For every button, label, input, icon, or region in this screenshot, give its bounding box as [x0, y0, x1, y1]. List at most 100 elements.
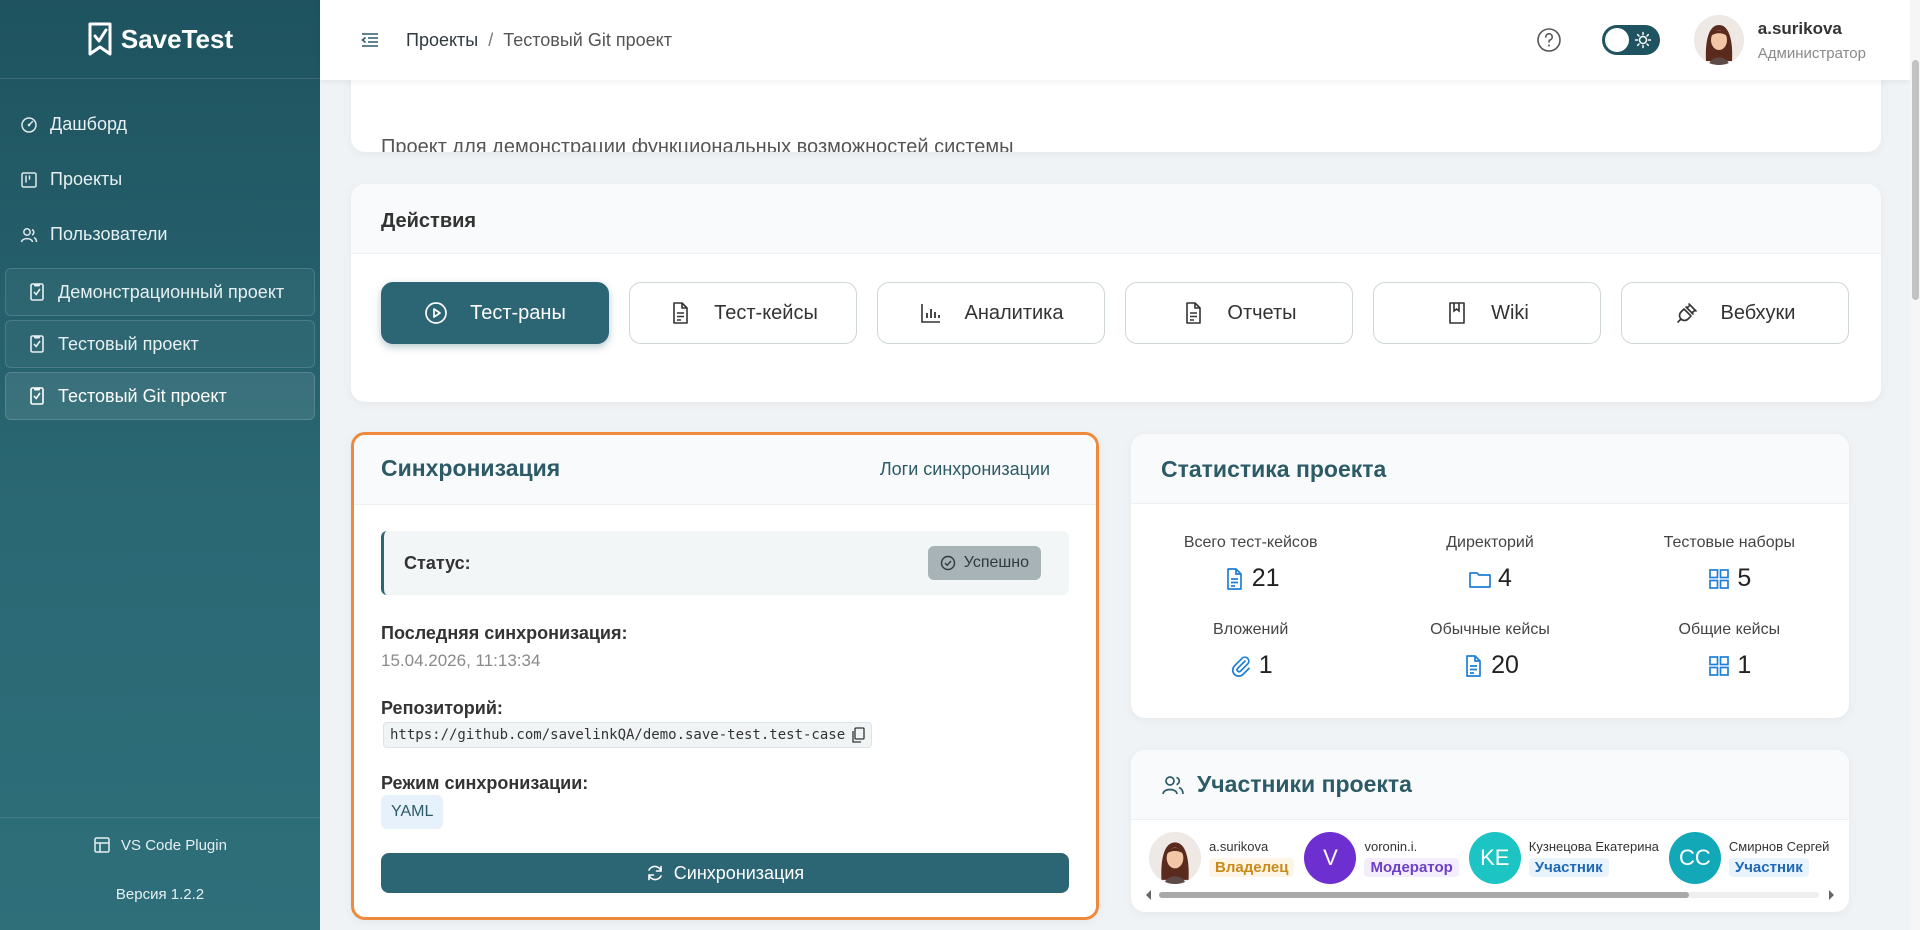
members-scrollbar-thumb[interactable] — [1159, 892, 1689, 898]
sync-logs-link[interactable]: Логи синхронизации — [880, 459, 1050, 480]
sync-button[interactable]: Синхронизация — [381, 853, 1069, 893]
stat-value-row: 21 — [1131, 564, 1370, 593]
sync-title: Синхронизация — [381, 455, 561, 481]
sync-button-label: Синхронизация — [673, 862, 805, 883]
member-role-badge: Участник — [1728, 858, 1809, 877]
project-members-card: Участники проекта a.surikova Владелец V … — [1131, 750, 1849, 912]
sidebar-project-demo[interactable]: Демонстрационный проект — [5, 268, 315, 316]
repository-url: https://github.com/savelinkQA/demo.save-… — [390, 727, 846, 743]
members-scrollbar[interactable] — [1145, 889, 1835, 901]
project-description: Проект для демонстрации функциональных в… — [381, 136, 1014, 152]
sync-mode-label: Режим синхронизации: — [381, 773, 589, 793]
members-header: Участники проекта — [1131, 750, 1849, 820]
document-icon — [1466, 654, 1481, 677]
report-icon — [1186, 302, 1202, 324]
book-icon — [1449, 302, 1465, 324]
scroll-left-icon[interactable] — [1145, 889, 1153, 901]
member-role-badge: Участник — [1528, 858, 1609, 877]
paperclip-icon — [1231, 655, 1250, 677]
project-icon — [30, 387, 44, 405]
bar-chart-icon — [920, 304, 940, 323]
member-name: Кузнецова Екатерина — [1528, 839, 1659, 854]
vscode-plugin-link[interactable]: VS Code Plugin — [0, 836, 320, 854]
sidebar-project-label: Тестовый Git проект — [58, 385, 227, 406]
user-name: a.surikova — [1757, 18, 1842, 38]
last-sync-label: Последняя синхронизация: — [381, 623, 628, 643]
repository-url-box: https://github.com/savelinkQA/demo.save-… — [383, 722, 873, 748]
copy-icon[interactable] — [851, 727, 865, 743]
stat-label: Вложений — [1213, 621, 1289, 638]
help-icon[interactable] — [1536, 27, 1562, 53]
member-item[interactable]: a.surikova Владелец — [1149, 832, 1295, 884]
page-scrollbar-thumb[interactable] — [1912, 60, 1919, 300]
stat-value: 1 — [1258, 651, 1273, 679]
breadcrumb-projects-link[interactable]: Проекты — [406, 30, 478, 51]
nav-projects[interactable]: Проекты — [0, 152, 320, 207]
member-item[interactable]: CC Смирнов Сергей Участник — [1668, 832, 1829, 884]
logo[interactable]: SaveTest — [0, 0, 320, 79]
plug-icon — [1676, 303, 1697, 323]
scroll-right-icon[interactable] — [1827, 889, 1835, 901]
stat-value-row: 1 — [1610, 651, 1849, 680]
user-avatar-image — [1693, 15, 1744, 65]
actions-title: Действия — [351, 184, 1881, 254]
stats-grid: Всего тест-кейсов 21 Директорий 4 Тестов… — [1131, 534, 1849, 680]
sidebar-footer: VS Code Plugin Версия 1.2.2 — [0, 817, 320, 930]
stat-total-cases: Всего тест-кейсов 21 — [1131, 534, 1370, 593]
nav-users[interactable]: Пользователи — [0, 207, 320, 262]
member-info: Смирнов Сергей Участник — [1728, 839, 1829, 877]
sync-card: Синхронизация Логи синхронизации Статус:… — [351, 432, 1099, 920]
user-avatar[interactable] — [1693, 15, 1744, 65]
vscode-plugin-label: VS Code Plugin — [121, 836, 227, 854]
stat-label: Обычные кейсы — [1430, 621, 1550, 638]
nav-projects-label: Проекты — [50, 169, 123, 189]
member-initials: CC — [1679, 845, 1711, 870]
test-runs-button[interactable]: Тест-раны — [381, 282, 609, 344]
member-info: a.surikova Владелец — [1209, 839, 1295, 877]
user-info[interactable]: a.surikova Администратор — [1758, 19, 1866, 62]
test-cases-label: Тест-кейсы — [714, 301, 818, 324]
page-scrollbar[interactable] — [1910, 0, 1920, 930]
sidebar-project-git[interactable]: Тестовый Git проект — [5, 372, 315, 420]
webhooks-button[interactable]: Вебхуки — [1621, 282, 1849, 344]
stat-directories: Директорий 4 — [1370, 534, 1609, 593]
users-icon — [1162, 775, 1184, 794]
stat-value-row: 20 — [1370, 651, 1609, 680]
nav-dashboard[interactable]: Дашборд — [0, 97, 320, 152]
member-item[interactable]: V voronin.i. Модератор — [1304, 832, 1459, 884]
wiki-button[interactable]: Wiki — [1373, 282, 1601, 344]
member-item[interactable]: KE Кузнецова Екатерина Участник — [1468, 832, 1659, 884]
dashboard-icon — [21, 116, 37, 133]
member-avatar: V — [1304, 832, 1357, 884]
stat-label: Директорий — [1446, 534, 1534, 551]
sidebar: SaveTest Дашборд Проекты Пользователи Де… — [0, 0, 320, 930]
stat-label: Тестовые наборы — [1663, 534, 1795, 551]
menu-collapse-icon — [361, 33, 378, 47]
menu-toggle-button[interactable] — [358, 28, 382, 52]
sun-icon — [1634, 31, 1652, 49]
stat-value-row: 1 — [1131, 651, 1370, 680]
status-badge: Успешно — [927, 546, 1041, 580]
nav-dashboard-label: Дашборд — [50, 114, 128, 134]
test-cases-button[interactable]: Тест-кейсы — [629, 282, 857, 344]
member-info: Кузнецова Екатерина Участник — [1528, 839, 1659, 877]
last-sync-value: 15.04.2026, 11:13:34 — [381, 651, 541, 670]
sidebar-project-test[interactable]: Тестовый проект — [5, 320, 315, 368]
stat-value: 1 — [1737, 651, 1752, 679]
stat-shared-cases: Общие кейсы 1 — [1610, 621, 1849, 680]
members-list: a.surikova Владелец V voronin.i. Модерат… — [1149, 832, 1829, 884]
sync-status-label: Статус: — [404, 553, 471, 573]
analytics-button[interactable]: Аналитика — [877, 282, 1105, 344]
project-stats-card: Статистика проекта Всего тест-кейсов 21 … — [1131, 434, 1849, 718]
sync-mode-badge: YAML — [381, 795, 444, 829]
stat-value: 21 — [1251, 564, 1280, 592]
breadcrumb-current: Тестовый Git проект — [503, 29, 672, 50]
member-avatar-image — [1149, 832, 1201, 884]
app-version: Версия 1.2.2 — [115, 886, 205, 903]
folder-icon — [1469, 571, 1491, 588]
theme-toggle[interactable] — [1601, 25, 1660, 55]
refresh-icon — [647, 865, 662, 881]
reports-button[interactable]: Отчеты — [1125, 282, 1353, 344]
members-title: Участники проекта — [1197, 771, 1412, 797]
member-avatar: CC — [1668, 832, 1721, 884]
